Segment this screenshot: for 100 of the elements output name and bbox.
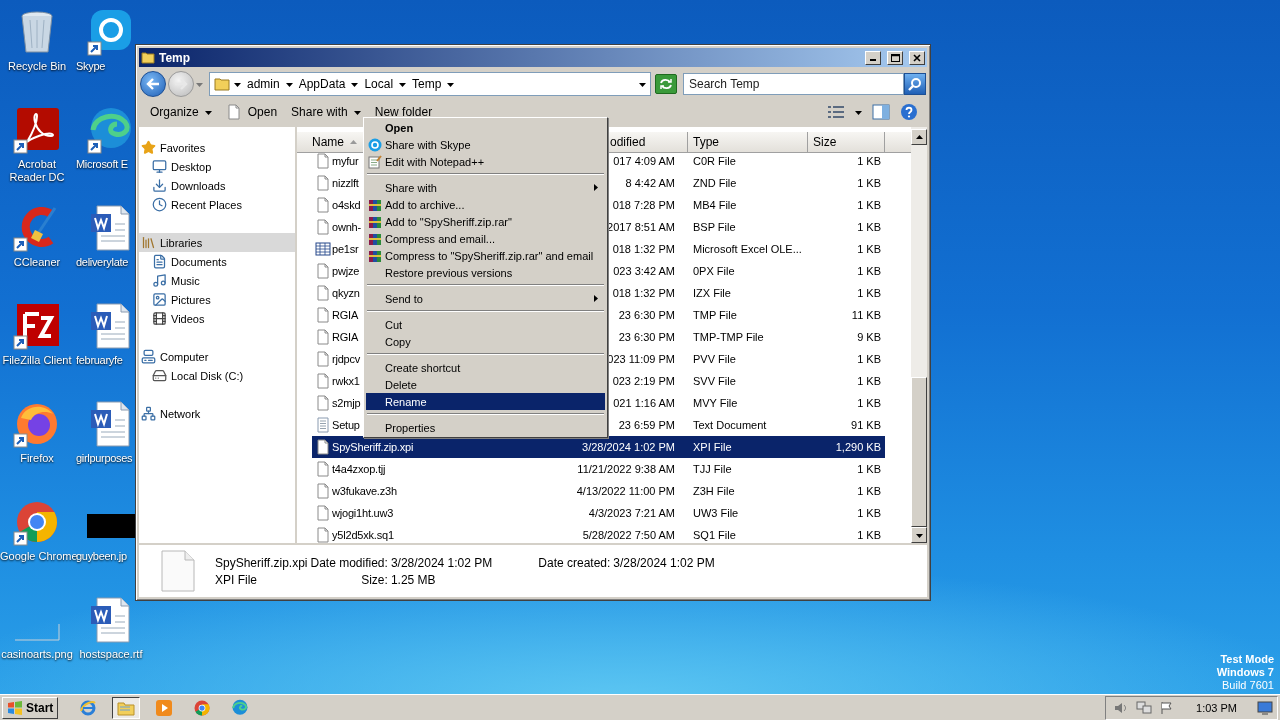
pdf-app-icon[interactable]	[13, 106, 61, 154]
file-name: SpySheriff.zip.xpi	[332, 441, 414, 453]
file-transfer-icon[interactable]	[13, 302, 61, 350]
nav-item[interactable]: Local Disk (C:)	[139, 366, 295, 385]
document-icon	[152, 254, 167, 269]
maximize-button[interactable]	[887, 50, 903, 65]
file-icon	[315, 153, 331, 169]
scroll-up-button[interactable]	[911, 129, 927, 145]
nav-item[interactable]: Favorites	[139, 138, 295, 157]
date-cell: 021 1:16 AM	[613, 397, 675, 409]
nav-item[interactable]: Pictures	[139, 290, 295, 309]
breadcrumb[interactable]: Local	[362, 77, 396, 91]
file-name: SpySheriff.zip.xpi	[215, 555, 308, 570]
close-button[interactable]	[909, 50, 925, 65]
taskbar-app-button[interactable]	[112, 696, 141, 719]
icon-label: CCleaner	[13, 256, 61, 269]
nav-item[interactable]: Documents	[139, 252, 295, 271]
caret-icon	[285, 80, 293, 88]
caret-icon	[353, 108, 361, 116]
address-bar[interactable]: admin AppData Local Temp	[209, 72, 651, 96]
size-cell: 1 KB	[857, 287, 881, 299]
browser-icon	[193, 698, 212, 717]
size-cell: 1 KB	[857, 507, 881, 519]
menu-item[interactable]: Add to "SpySheriff.zip.rar"	[366, 213, 605, 230]
archive-books-icon	[368, 231, 382, 246]
menu-item[interactable]: Properties	[366, 419, 605, 436]
caret-icon	[915, 531, 923, 539]
type-cell-text: C0R File	[692, 155, 737, 167]
folder-icon	[141, 51, 155, 64]
column-header[interactable]: Type	[688, 132, 808, 153]
detail-value: 1.25 MB	[390, 572, 437, 587]
menu-item[interactable]: Copy	[366, 333, 605, 350]
nav-item[interactable]: Videos	[139, 309, 295, 328]
clock[interactable]: 1:03 PM	[1196, 701, 1237, 714]
network-icon	[141, 406, 156, 421]
column-header[interactable]: Size	[808, 132, 885, 153]
windows-flag-icon	[7, 700, 23, 715]
nav-item[interactable]: Desktop	[139, 157, 295, 176]
file-name: nizzlft	[332, 177, 359, 189]
menu-item[interactable]: Edit with Notepad++	[366, 153, 605, 170]
search-field[interactable]: Search Temp	[683, 73, 904, 95]
nav-item[interactable]: Libraries	[139, 233, 295, 252]
breadcrumb[interactable]: Temp	[410, 77, 444, 91]
nav-item[interactable]: Network	[139, 404, 295, 423]
menu-item[interactable]: Delete	[366, 376, 605, 393]
scroll-down-button[interactable]	[911, 527, 927, 543]
show-desktop-icon[interactable]	[1257, 700, 1273, 715]
browser-icon	[79, 698, 98, 717]
selected-file-row[interactable]: SpySheriff.zip.xpi 3/28/2024 1:02 PM XPI File 1,290 KB	[312, 436, 885, 458]
nav-item[interactable]: Recent Places	[139, 195, 295, 214]
menu-item[interactable]: Add to archive...	[366, 196, 605, 213]
menu-item[interactable]: Compress and email...	[366, 230, 605, 247]
menu-item[interactable]: Create shortcut	[366, 359, 605, 376]
menu-item[interactable]: Restore previous versions	[366, 264, 605, 281]
date-cell: 017 4:09 AM	[613, 155, 675, 167]
search-button[interactable]	[904, 73, 926, 95]
menu-item[interactable]: Compress to "SpySheriff.zip.rar" and email	[366, 247, 605, 264]
minimize-button[interactable]	[865, 50, 881, 65]
file-name: RGIA	[332, 331, 359, 343]
menu-item[interactable]: Share with	[366, 179, 605, 196]
start-button[interactable]: Start	[2, 696, 59, 719]
icon-label: hostspace.rtf	[79, 648, 143, 661]
icon-label: Skype	[75, 60, 106, 73]
file-name: rjdpcv	[332, 353, 361, 365]
toolbar-button[interactable]: Share with	[286, 101, 366, 123]
breadcrumb[interactable]: admin	[245, 77, 282, 91]
scrollbar[interactable]	[911, 127, 927, 543]
menu-item[interactable]: Cut	[366, 316, 605, 333]
icon-label: Microsoft E	[75, 158, 128, 171]
breadcrumb[interactable]: AppData	[296, 77, 348, 91]
size-cell: 1 KB	[857, 221, 881, 233]
refresh-button[interactable]	[655, 74, 677, 94]
file-name: pe1sr	[332, 243, 359, 255]
toolbar-button[interactable]: Organize	[145, 101, 217, 123]
size-cell: 1 KB	[857, 397, 881, 409]
nav-item[interactable]: Computer	[139, 347, 295, 366]
system-notice: Test Mode	[1220, 653, 1274, 666]
menu-item[interactable]: Send to	[366, 290, 605, 307]
caret-icon	[399, 80, 407, 88]
speaker-icon[interactable]	[1114, 700, 1129, 715]
toolbar-button[interactable]: Open	[220, 101, 283, 123]
date-cell: 018 1:32 PM	[612, 243, 675, 255]
nav-item[interactable]: Downloads	[139, 176, 295, 195]
menu-item[interactable]: Rename	[366, 393, 605, 410]
flag-icon[interactable]	[1160, 700, 1175, 715]
back-button[interactable]	[140, 71, 166, 97]
archive-books-icon	[368, 248, 382, 263]
type-cell-text: UW3 File	[692, 507, 740, 519]
size-cell: 9 KB	[857, 331, 881, 343]
size-cell: 1 KB	[857, 529, 881, 541]
size-cell: 1 KB	[857, 375, 881, 387]
scroll-thumb[interactable]	[911, 377, 927, 527]
star-icon	[141, 140, 156, 155]
date-cell: 8 4:42 AM	[625, 177, 675, 189]
network-icon[interactable]	[1136, 700, 1153, 715]
download-icon	[152, 178, 167, 193]
file-icon	[315, 285, 331, 301]
nav-item[interactable]: Music	[139, 271, 295, 290]
file-name: o4skd	[332, 199, 361, 211]
file-icon	[315, 175, 331, 191]
